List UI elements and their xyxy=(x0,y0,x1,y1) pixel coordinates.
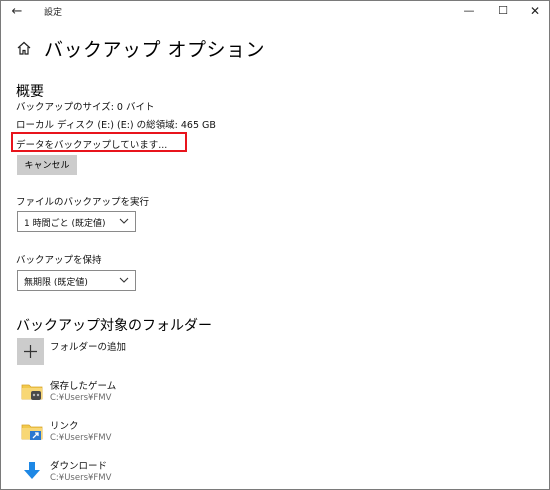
folder-item-saved-games[interactable]: 保存したゲーム C:¥Users¥FMV xyxy=(17,378,317,408)
title-bar: ← 設定 — ☐ ✕ xyxy=(0,0,550,24)
close-icon: ✕ xyxy=(529,4,541,18)
keep-backup-value: 無期限 (既定値) xyxy=(24,278,88,288)
minimize-button[interactable]: — xyxy=(454,1,484,21)
folder-name: リンク xyxy=(50,421,79,432)
folders-heading: バックアップ対象のフォルダー xyxy=(16,318,212,334)
minimize-icon: — xyxy=(463,4,475,17)
folder-item-links[interactable]: リンク C:¥Users¥FMV xyxy=(17,418,317,448)
keep-backup-dropdown[interactable]: 無期限 (既定値) xyxy=(17,270,136,291)
folder-path: C:¥Users¥FMV xyxy=(50,433,112,443)
backup-frequency-value: 1 時間ごと (既定値) xyxy=(24,219,106,229)
folder-item-downloads[interactable]: ダウンロード C:¥Users¥FMV xyxy=(17,458,317,488)
run-backup-label: ファイルのバックアップを実行 xyxy=(16,197,150,208)
window-frame xyxy=(0,0,550,490)
home-icon[interactable] xyxy=(16,40,32,56)
folder-name: ダウンロード xyxy=(50,461,108,472)
cancel-button[interactable]: キャンセル xyxy=(17,155,77,175)
maximize-button[interactable]: ☐ xyxy=(488,1,518,21)
backup-status-text: データをバックアップしています... xyxy=(16,140,168,151)
folder-name: 保存したゲーム xyxy=(50,381,117,392)
page-title: バックアップ オプション xyxy=(44,39,266,61)
backup-frequency-dropdown[interactable]: 1 時間ごと (既定値) xyxy=(17,211,136,232)
links-icon xyxy=(21,424,43,440)
keep-backup-label: バックアップを保持 xyxy=(16,255,102,266)
add-folder-button[interactable] xyxy=(17,338,44,365)
folder-path: C:¥Users¥FMV xyxy=(50,473,112,483)
maximize-icon: ☐ xyxy=(498,4,508,17)
plus-icon xyxy=(24,345,37,358)
saved-games-icon xyxy=(21,384,43,400)
back-button[interactable]: ← xyxy=(8,3,26,21)
disk-space-text: ローカル ディスク (E:) (E:) の総領域: 465 GB xyxy=(16,120,216,131)
backup-size-text: バックアップのサイズ: 0 バイト xyxy=(16,102,155,113)
arrow-left-icon: ← xyxy=(11,4,23,19)
close-button[interactable]: ✕ xyxy=(520,1,550,21)
overview-heading: 概要 xyxy=(16,84,44,100)
download-icon xyxy=(24,462,40,479)
chevron-down-icon xyxy=(119,277,129,283)
folder-path: C:¥Users¥FMV xyxy=(50,393,112,403)
app-title: 設定 xyxy=(44,8,63,18)
add-folder-label[interactable]: フォルダーの追加 xyxy=(50,339,126,353)
chevron-down-icon xyxy=(119,218,129,224)
